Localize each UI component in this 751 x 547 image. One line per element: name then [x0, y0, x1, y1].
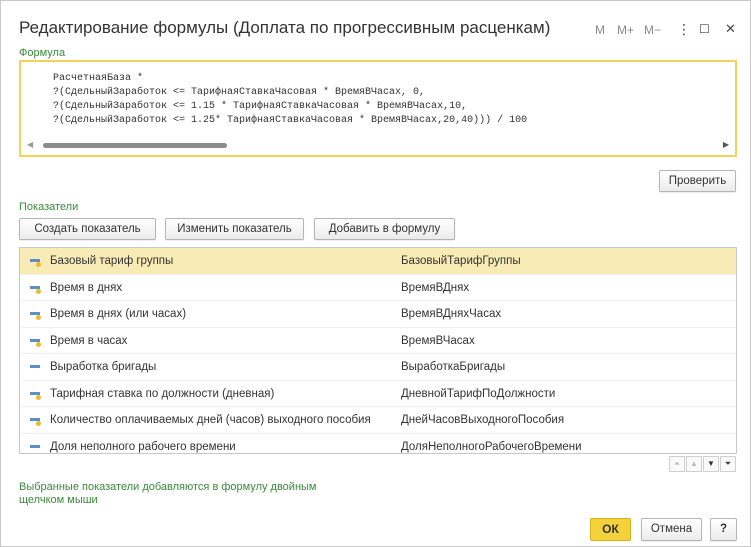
list-item[interactable]: Время в часах ВремяВЧасах	[20, 328, 736, 354]
m-minus-button[interactable]: M−	[644, 23, 661, 37]
scrollbar-thumb[interactable]	[43, 143, 227, 148]
formula-line: РасчетнаяБаза *	[53, 73, 144, 84]
indicator-code: ВремяВДнях	[401, 281, 470, 294]
m-button[interactable]: M	[595, 23, 605, 37]
list-item[interactable]: Время в днях ВремяВДнях	[20, 275, 736, 301]
title-bar: Редактирование формулы (Доплата по прогр…	[1, 1, 750, 49]
indicator-code: ВыработкаБригады	[401, 361, 506, 373]
list-item[interactable]: Доля неполного рабочего времени ДоляНепо…	[20, 434, 736, 454]
indicators-list[interactable]: Базовый тариф группы БазовыйТарифГруппы …	[19, 247, 737, 454]
list-item[interactable]: Выработка бригады ВыработкаБригады	[20, 354, 736, 381]
more-icon[interactable]: ⋮	[677, 21, 691, 38]
indicator-icon	[30, 443, 42, 453]
indicators-label: Показатели	[19, 201, 79, 213]
horizontal-scrollbar[interactable]: ◀ ▶	[25, 139, 731, 151]
indicator-name: Базовый тариф группы	[50, 255, 174, 267]
formula-line: ?(СдельныйЗаработок <= ТарифнаяСтавкаЧас…	[53, 87, 426, 98]
indicator-name: Доля неполного рабочего времени	[50, 440, 236, 453]
list-navigation: ⏶ ▲ ▼ ⏷	[668, 455, 736, 472]
edit-indicator-button[interactable]: Изменить показатель	[165, 218, 304, 240]
indicator-code: ВремяВДняхЧасах	[401, 308, 502, 320]
move-first-icon[interactable]: ⏶	[669, 456, 685, 472]
indicator-name: Время в днях (или часах)	[50, 308, 187, 320]
move-up-icon[interactable]: ▲	[686, 456, 702, 472]
indicator-code: ДоляНеполногоРабочегоВремени	[401, 440, 582, 453]
maximize-icon[interactable]: ☐	[699, 22, 710, 36]
list-item[interactable]: Базовый тариф группы БазовыйТарифГруппы	[20, 248, 736, 275]
hint-text: Выбранные показатели добавляются в форму…	[19, 481, 317, 506]
indicator-name: Время в днях	[50, 281, 123, 294]
indicator-icon	[30, 390, 42, 400]
cancel-button[interactable]: Отмена	[641, 518, 702, 541]
indicator-icon	[30, 310, 42, 320]
formula-editor-dialog: Редактирование формулы (Доплата по прогр…	[0, 0, 751, 547]
formula-line: ?(СдельныйЗаработок <= 1.15 * ТарифнаяСт…	[53, 101, 468, 112]
indicator-icon	[30, 337, 42, 347]
formula-text[interactable]: РасчетнаяБаза * ?(СдельныйЗаработок <= Т…	[53, 72, 527, 128]
check-button[interactable]: Проверить	[659, 170, 736, 192]
help-button[interactable]: ?	[710, 518, 737, 541]
indicator-icon	[30, 257, 42, 267]
list-item[interactable]: Тарифная ставка по должности (дневная) Д…	[20, 381, 736, 407]
formula-label: Формула	[19, 47, 66, 59]
indicator-name: Время в часах	[50, 334, 128, 347]
move-last-icon[interactable]: ⏷	[720, 456, 736, 472]
window-title: Редактирование формулы (Доплата по прогр…	[19, 18, 551, 37]
m-plus-button[interactable]: M+	[617, 23, 634, 37]
list-item[interactable]: Количество оплачиваемых дней (часов) вых…	[20, 407, 736, 434]
indicator-name: Тарифная ставка по должности (дневная)	[50, 387, 275, 400]
indicator-icon	[30, 416, 42, 426]
list-item[interactable]: Время в днях (или часах) ВремяВДняхЧасах	[20, 301, 736, 328]
create-indicator-button[interactable]: Создать показатель	[19, 218, 156, 240]
ok-button[interactable]: ОК	[590, 518, 631, 541]
formula-line: ?(СдельныйЗаработок <= 1.25* ТарифнаяСта…	[53, 115, 528, 126]
add-to-formula-button[interactable]: Добавить в формулу	[314, 218, 455, 240]
indicator-code: ДневнойТарифПоДолжности	[401, 387, 556, 400]
indicator-code: ДнейЧасовВыходногоПособия	[401, 414, 565, 426]
scroll-left-icon[interactable]: ◀	[27, 139, 33, 151]
move-down-icon[interactable]: ▼	[703, 456, 719, 472]
indicator-code: БазовыйТарифГруппы	[397, 248, 736, 274]
indicator-icon	[30, 284, 42, 294]
scroll-right-icon[interactable]: ▶	[723, 139, 729, 151]
formula-editor[interactable]: РасчетнаяБаза * ?(СдельныйЗаработок <= Т…	[19, 60, 737, 157]
indicator-name: Выработка бригады	[50, 361, 157, 373]
close-icon[interactable]: ✕	[725, 21, 736, 37]
indicator-icon	[30, 363, 42, 373]
indicator-code: ВремяВЧасах	[401, 334, 475, 347]
indicator-name: Количество оплачиваемых дней (часов) вых…	[50, 414, 371, 426]
